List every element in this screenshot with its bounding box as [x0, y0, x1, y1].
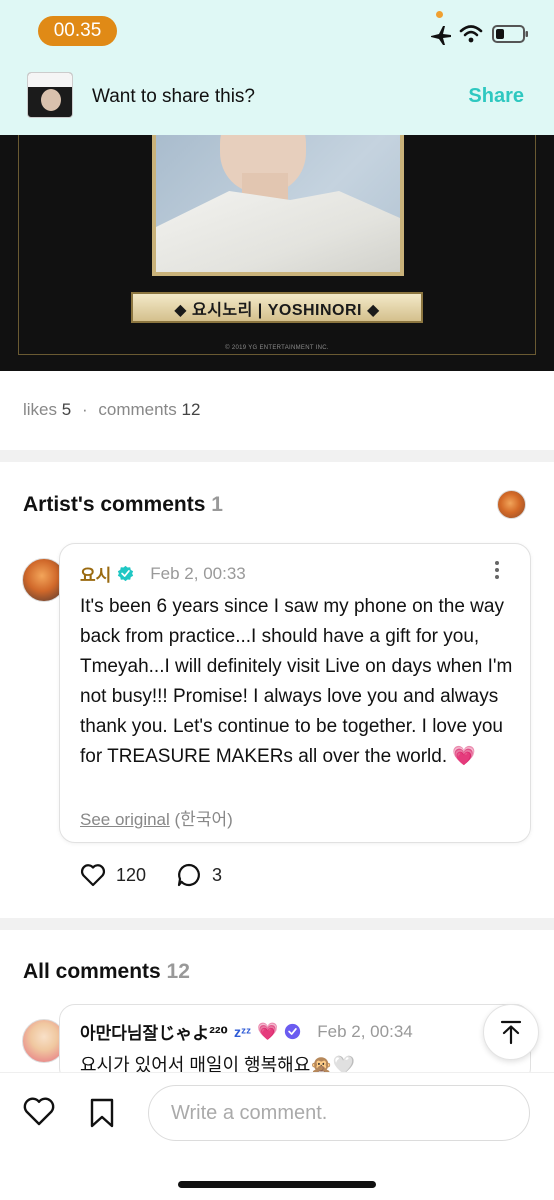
- artist-name[interactable]: 요시: [80, 561, 111, 586]
- membership-icon: [285, 1023, 301, 1040]
- zz-emoji: zᶻᶻ: [233, 1023, 252, 1040]
- user-name[interactable]: 아만다님잘じゃよ²²⁰: [80, 1019, 228, 1044]
- airplane-icon: [431, 26, 451, 45]
- translation-note: See original (한국어): [80, 805, 233, 830]
- heart-emoji: 💗: [257, 1021, 279, 1041]
- likes-label: likes: [23, 400, 58, 419]
- battery-icon: [492, 25, 528, 43]
- user-comment-date: Feb 2, 00:34: [317, 1021, 413, 1041]
- comment-header: 요시 Feb 2, 00:33: [80, 561, 246, 586]
- section-divider: [0, 450, 554, 462]
- comments-count: 12: [181, 400, 201, 419]
- status-time: 00.35: [38, 16, 117, 46]
- reply-count: 3: [212, 864, 223, 885]
- all-comments-title: All comments 12: [23, 960, 190, 984]
- like-button[interactable]: 120: [80, 863, 146, 887]
- artist-avatar-small[interactable]: [497, 490, 526, 519]
- top-area: 00.35 Want to share this? Share: [0, 0, 554, 135]
- comment-input[interactable]: [148, 1085, 530, 1141]
- verified-icon: [118, 565, 134, 582]
- artist-comments-count: 1: [211, 493, 223, 516]
- copyright-text: © 2019 YG ENTERTAINMENT INC.: [225, 345, 329, 351]
- share-prompt: Want to share this?: [92, 86, 255, 107]
- share-thumbnail: [27, 72, 73, 118]
- post-stats: likes 5 · comments 12: [23, 400, 200, 420]
- section-divider-2: [0, 918, 554, 930]
- scroll-top-button[interactable]: [483, 1004, 539, 1060]
- likes-count: 5: [61, 400, 72, 419]
- all-comments-count: 12: [166, 960, 190, 983]
- page: 00.35 Want to share this? Share ◆ 요시노리 |…: [0, 0, 554, 1200]
- comment-body: It's been 6 years since I saw my phone o…: [80, 596, 513, 767]
- see-original-link[interactable]: See original: [80, 810, 170, 829]
- bottom-bar: [0, 1072, 554, 1200]
- portrait-photo: [152, 135, 404, 276]
- reply-button[interactable]: 3: [176, 862, 222, 888]
- bookmark-icon[interactable]: [88, 1098, 116, 1128]
- comment-date: Feb 2, 00:33: [150, 563, 246, 583]
- like-count: 120: [116, 864, 147, 885]
- privacy-indicator: [436, 11, 443, 18]
- nameplate: ◆ 요시노리 | YOSHINORI ◆: [131, 292, 423, 323]
- home-indicator: [178, 1181, 376, 1188]
- original-language: (한국어): [174, 810, 233, 829]
- heart-icon: [80, 864, 106, 887]
- comment-actions: 120 3: [80, 862, 242, 888]
- post-image[interactable]: ◆ 요시노리 | YOSHINORI ◆ © 2019 YG ENTERTAIN…: [0, 135, 554, 371]
- share-bar: Want to share this? Share: [0, 62, 554, 135]
- scroll-top-icon: [500, 1020, 522, 1045]
- user-comment-header: 아만다님잘じゃよ²²⁰ zᶻᶻ 💗 Feb 2, 00:34: [80, 1019, 413, 1044]
- like-post-icon[interactable]: [22, 1097, 56, 1127]
- stats-separator: ·: [81, 400, 88, 419]
- share-button[interactable]: Share: [468, 85, 524, 108]
- artist-comment-bubble: 요시 Feb 2, 00:33 It's been 6 years since …: [59, 543, 531, 843]
- more-icon[interactable]: [494, 561, 500, 581]
- artist-comments-label: Artist's comments: [23, 493, 206, 516]
- artist-comments-title: Artist's comments 1: [23, 493, 223, 517]
- wifi-icon: [459, 25, 483, 43]
- comment-icon: [177, 863, 200, 887]
- comments-label: comments: [98, 400, 177, 419]
- all-comments-label: All comments: [23, 960, 161, 983]
